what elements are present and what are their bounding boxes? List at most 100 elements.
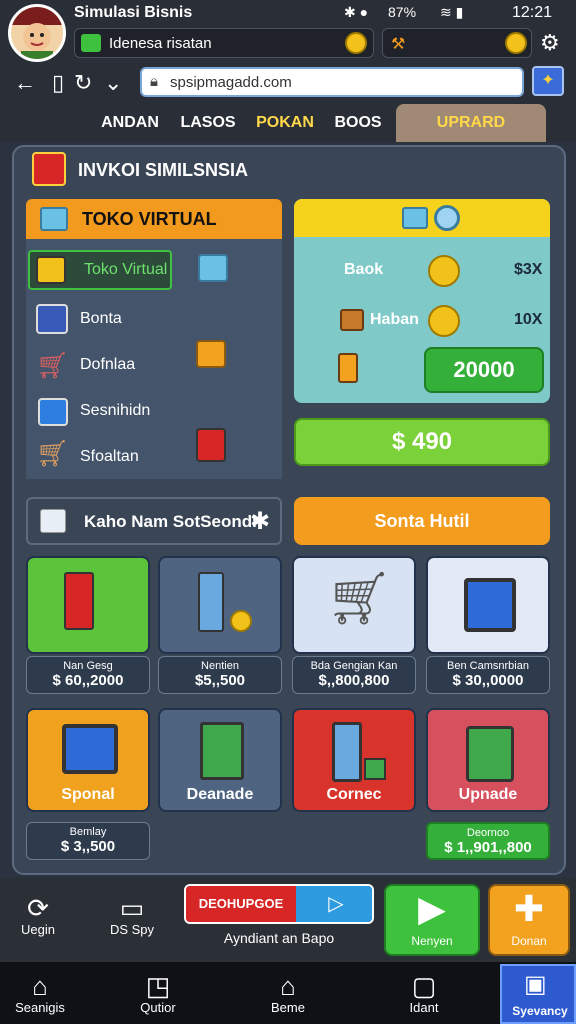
coin-icon-3 [428, 255, 460, 287]
coin-icon-5 [230, 610, 252, 632]
tab-pokan[interactable]: POKAN [250, 104, 320, 142]
small-label-name: Deornoo [466, 827, 510, 839]
stats-panel: Baok $3X Haban 10X 20000 [294, 199, 550, 403]
balance-button[interactable]: 20000 [424, 347, 544, 393]
stat-value-baok: $3X [514, 261, 543, 278]
avatar[interactable] [8, 4, 66, 62]
package-icon [196, 340, 226, 368]
promo-button[interactable]: DEOHUPGOE ▷ [184, 884, 374, 924]
plus-icon: ✚ [513, 888, 545, 929]
nav-active-label: Syevancy [512, 1004, 568, 1018]
machine-icon [196, 428, 226, 462]
tool-icon [338, 353, 358, 383]
upgrade-card-sponal[interactable]: Sponal [26, 708, 150, 812]
product-price: $ 30,,0000 [452, 672, 524, 689]
nav-beme[interactable]: ⌂ Beme [248, 972, 328, 1015]
clock: 12:21 [512, 4, 553, 21]
tab-uprard[interactable]: UPRARD [396, 104, 546, 142]
store-icon [81, 34, 101, 52]
monitor-icon [36, 304, 68, 334]
store-bag-icon [36, 256, 66, 284]
list-item-dofnlaa[interactable]: Dofnlaa [80, 356, 135, 374]
card-label: Deanade [186, 786, 254, 803]
cube-icon [40, 509, 66, 533]
orange-action-button[interactable]: Sonta Hutil [294, 497, 550, 545]
category-bar[interactable]: Kaho Nam SotSeondl ✱ [26, 497, 282, 545]
vending-icon [198, 572, 224, 632]
stat-label-haban: Haban [370, 311, 419, 328]
shopping-cart-icon: 🛒︎ [326, 570, 393, 628]
currency-chip[interactable]: ⚒ [382, 28, 532, 58]
chest-icon [340, 309, 364, 331]
product-card-3[interactable]: 🛒︎ [292, 556, 416, 654]
list-item-toko-virtual[interactable]: Toko Virtual [28, 250, 172, 290]
product-price: $ 60,,2000 [52, 672, 124, 689]
product-name: Nan Gesg [63, 660, 113, 672]
product-label-2: Nentien $5,,500 [158, 656, 282, 694]
fridge-icon [64, 572, 94, 630]
list-item-sesnihidn[interactable]: Sesnihidn [80, 402, 150, 420]
sync-icon: ⟳ [27, 893, 49, 923]
coin-icon-2 [505, 32, 527, 54]
home-icon: ⌂ [32, 971, 48, 1001]
nav-output[interactable]: ◳ Qutior [118, 972, 198, 1015]
address-text: spsipmagadd.com [170, 74, 292, 91]
back-arrow-icon[interactable]: ← [14, 70, 36, 96]
crate-icon-2 [402, 207, 428, 229]
chevron-down-icon[interactable]: ⌄ [104, 70, 122, 96]
video-icon: ▷ [296, 886, 372, 922]
list-item-sfoaltan[interactable]: Sfoaltan [80, 448, 139, 466]
product-name: Nentien [201, 660, 239, 672]
product-label-4: Ben Camsnrbian $ 30,,0000 [426, 656, 550, 694]
product-card-4[interactable] [426, 556, 550, 654]
laptop-icon [62, 724, 118, 774]
card-label: Upnade [458, 786, 518, 803]
extension-icon[interactable]: ✦ [532, 66, 564, 96]
status-icons: ✱ ● [344, 4, 369, 20]
product-name: Bda Gengian Kan [310, 660, 398, 672]
box-icon [40, 207, 68, 231]
gift-screen-icon [466, 726, 514, 782]
tablet-icon-2 [464, 578, 516, 632]
toko-virtual-title: TOKO VIRTUAL [82, 209, 217, 229]
wifi-icon: ≋ ▮ [440, 4, 464, 20]
square-icon: ▢ [411, 971, 437, 1001]
settings-gear-icon[interactable]: ⚙ [540, 30, 560, 56]
upgrade-card-deanade[interactable]: Deanade [158, 708, 282, 812]
tab-boos[interactable]: BOOS [322, 104, 394, 142]
login-button[interactable]: ⟳ Uegin [6, 894, 70, 937]
tabs-icon[interactable]: ▯ [52, 70, 64, 96]
toko-virtual-header: TOKO VIRTUAL [26, 199, 282, 239]
address-bar[interactable]: 🔒︎ spsipmagadd.com [140, 67, 524, 97]
tab-lasos[interactable]: LASOS [172, 104, 244, 142]
product-card-1[interactable] [26, 556, 150, 654]
upgrade-card-upnade[interactable]: Upnade [426, 708, 550, 812]
list-item-bonta[interactable]: Bonta [80, 310, 122, 328]
product-label-1: Nan Gesg $ 60,,2000 [26, 656, 150, 694]
stat-value-haban: 10X [514, 311, 543, 328]
nav-ident-label: Idant [409, 1000, 439, 1015]
coin-icon-4 [428, 305, 460, 337]
play-icon: ▶ [418, 888, 446, 929]
small-label-price: $ 3,,500 [60, 838, 116, 855]
upgrade-card-cornec[interactable]: Cornec [292, 708, 416, 812]
product-price: $5,,500 [194, 672, 246, 689]
tab-andan[interactable]: ANDAN [90, 104, 170, 142]
price-button[interactable]: $ 490 [294, 418, 550, 466]
stats-header [294, 199, 550, 237]
product-card-2[interactable] [158, 556, 282, 654]
store-chip[interactable]: Idenesa risatan [74, 28, 374, 58]
add-button[interactable]: ✚ Donan [488, 884, 570, 956]
house-outline-icon: ⌂ [280, 971, 296, 1001]
shop-icon [32, 152, 66, 186]
small-label-2[interactable]: Deornoo $ 1,,901,,800 [426, 822, 550, 860]
spy-button[interactable]: ▭ DS Spy [96, 894, 168, 937]
nav-active-tile[interactable]: ▣ Syevancy [500, 964, 576, 1024]
nav-home[interactable]: ⌂ Seanigis [0, 972, 80, 1015]
lock-icon: 🔒︎ [150, 73, 158, 90]
app-title: Simulasi Bisnis [74, 4, 193, 21]
nav-ident[interactable]: ▢ Idant [384, 972, 464, 1015]
refresh-icon[interactable]: ↻ [74, 70, 92, 96]
play-button[interactable]: ▶ Nenyen [384, 884, 480, 956]
product-price: $,,800,800 [318, 672, 390, 689]
